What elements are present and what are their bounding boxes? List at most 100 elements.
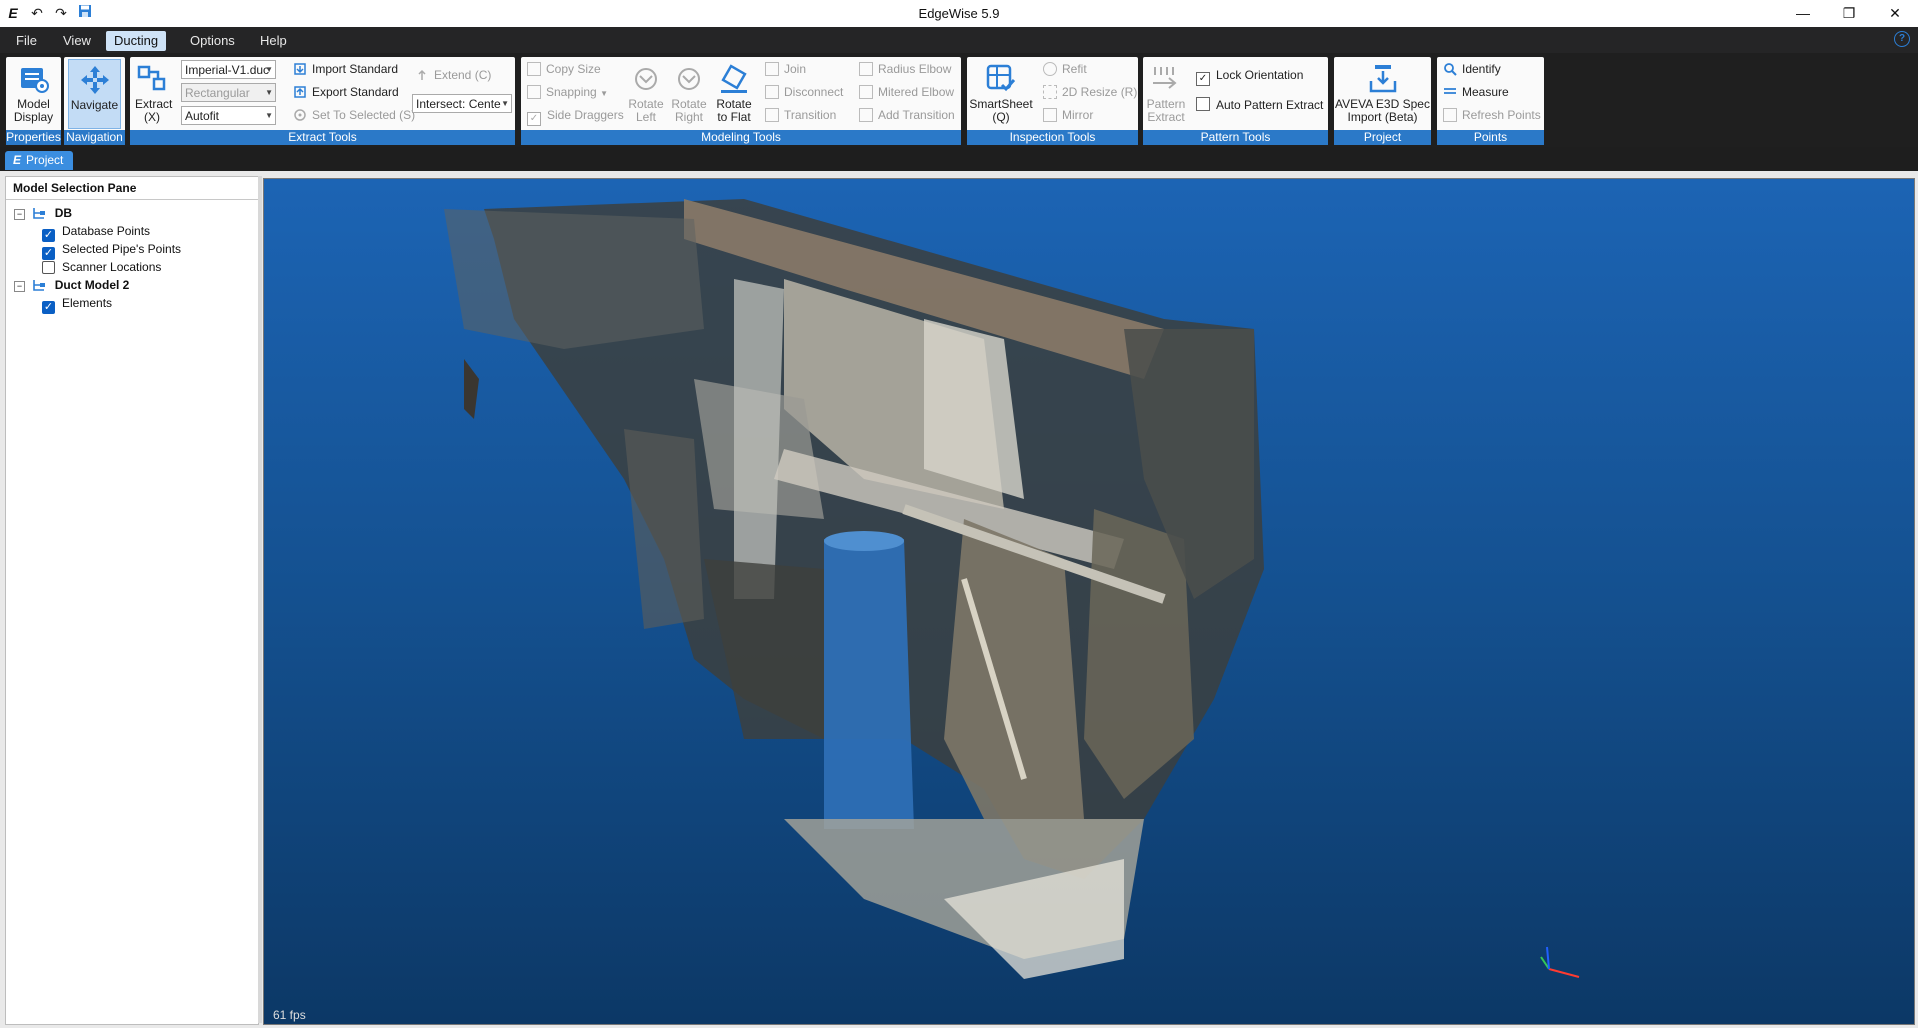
fit-combo[interactable]: Autofit ▼: [181, 106, 276, 125]
3d-viewport[interactable]: 61 fps: [263, 178, 1915, 1025]
pattern-extract-icon: [1153, 67, 1177, 89]
side-draggers-toggle[interactable]: ✓ Side Draggers: [527, 106, 624, 126]
rotate-right-button[interactable]: Rotate Right: [669, 59, 709, 129]
pattern-extract-button[interactable]: Pattern Extract: [1145, 59, 1187, 129]
menu-help[interactable]: Help: [252, 31, 295, 51]
import-icon: [294, 63, 306, 75]
mitered-elbow-icon: [859, 85, 873, 99]
tree-hierarchy-icon: [33, 280, 46, 291]
menu-ducting[interactable]: Ducting: [106, 31, 167, 51]
copy-size-button[interactable]: Copy Size: [527, 60, 601, 79]
measure-button[interactable]: Measure: [1443, 83, 1509, 102]
checkbox-checked[interactable]: ✓: [42, 301, 55, 314]
group-modeling-tools: Copy Size Snapping ▼ ✓ Side Draggers Rota…: [521, 57, 961, 145]
tree-item-label: Scanner Locations: [62, 260, 162, 274]
import-tray-icon: [1369, 65, 1396, 93]
radius-elbow-label: Radius Elbow: [878, 62, 952, 76]
import-standard-button[interactable]: Import Standard: [293, 60, 398, 79]
join-icon: [765, 62, 779, 76]
close-icon[interactable]: ✕: [1872, 0, 1918, 27]
smartsheet-button[interactable]: SmartSheet (Q): [967, 59, 1035, 129]
auto-pattern-extract-toggle[interactable]: Auto Pattern Extract: [1196, 96, 1323, 115]
fit-combo-value: Autofit: [185, 109, 220, 123]
rotate-left-label: Rotate Left: [628, 97, 664, 124]
group-label: Navigation: [64, 130, 125, 145]
set-to-selected-button[interactable]: Set To Selected (S): [293, 106, 415, 125]
refresh-points-button[interactable]: Refresh Points: [1443, 106, 1541, 125]
menu-view[interactable]: View: [55, 31, 99, 51]
disconnect-icon: [765, 85, 779, 99]
model-selection-pane: Model Selection Pane − DB ✓ Database Poin…: [5, 176, 259, 1025]
tab-project[interactable]: E Project: [5, 151, 74, 170]
transition-label: Transition: [784, 108, 837, 122]
shape-combo[interactable]: Rectangular ▼: [181, 83, 276, 102]
add-transition-button[interactable]: Add Transition: [859, 106, 955, 125]
rotate-left-icon: [635, 68, 657, 90]
copy-size-label: Copy Size: [546, 62, 601, 76]
resize-2d-button[interactable]: 2D Resize (R): [1043, 83, 1137, 102]
menu-options[interactable]: Options: [182, 31, 243, 51]
extend-button[interactable]: Extend (C): [415, 66, 491, 85]
tree-node-label: Duct Model 2: [54, 278, 130, 292]
aveva-line2-label: Import (Beta): [1347, 110, 1418, 124]
tree-item-scanner-locations[interactable]: Scanner Locations: [42, 258, 161, 276]
intersect-combo[interactable]: Intersect: Cente ▼: [412, 94, 512, 113]
join-button[interactable]: Join: [765, 60, 806, 79]
aveva-import-button[interactable]: AVEVA E3D Spec Import (Beta): [1334, 59, 1431, 129]
rotate-to-flat-button[interactable]: Rotate to Flat: [712, 59, 756, 129]
tree-item-label: Database Points: [62, 224, 151, 238]
chevron-down-icon: ▼: [501, 99, 509, 108]
lock-orientation-toggle[interactable]: ✓ Lock Orientation: [1196, 66, 1304, 86]
checkbox-unchecked[interactable]: [42, 261, 55, 274]
group-pattern-tools: Pattern Extract ✓ Lock Orientation Auto P…: [1143, 57, 1328, 145]
title-bar: E ↶ ↷ EdgeWise 5.9 — ❐ ✕: [0, 0, 1918, 27]
magnifier-icon: [1444, 63, 1457, 76]
collapse-icon[interactable]: −: [14, 209, 25, 220]
chevron-down-icon: ▼: [265, 65, 273, 74]
radius-elbow-button[interactable]: Radius Elbow: [859, 60, 951, 79]
lock-orientation-label: Lock Orientation: [1216, 68, 1304, 82]
pane-splitter[interactable]: [258, 176, 262, 1023]
refit-icon: [1043, 62, 1057, 76]
group-label: Project: [1334, 130, 1431, 145]
resize-2d-label: 2D Resize (R): [1062, 85, 1138, 99]
identify-button[interactable]: Identify: [1443, 60, 1501, 79]
refit-button[interactable]: Refit: [1043, 60, 1087, 79]
side-draggers-checkbox: ✓: [527, 112, 541, 126]
export-standard-button[interactable]: Export Standard: [293, 83, 399, 102]
menu-file[interactable]: File: [8, 31, 45, 51]
rotate-left-button[interactable]: Rotate Left: [626, 59, 666, 129]
export-standard-label: Export Standard: [312, 85, 399, 99]
mirror-button[interactable]: Mirror: [1043, 106, 1093, 125]
navigate-button[interactable]: Navigate: [68, 59, 121, 129]
mitered-elbow-button[interactable]: Mitered Elbow: [859, 83, 954, 102]
group-label: Extract Tools: [130, 130, 515, 145]
refresh-icon: [1443, 108, 1457, 122]
tree-node-db[interactable]: − DB: [14, 204, 72, 222]
transition-button[interactable]: Transition: [765, 106, 836, 125]
restore-icon[interactable]: ❐: [1826, 0, 1872, 27]
snapping-button[interactable]: Snapping ▼: [527, 83, 608, 102]
main-content: Model Selection Pane − DB ✓ Database Poin…: [0, 171, 1918, 1028]
pattern-extract-label: Pattern Extract: [1146, 97, 1186, 124]
minimize-icon[interactable]: —: [1780, 0, 1826, 27]
tree-item-database-points[interactable]: ✓ Database Points: [42, 222, 151, 242]
axis-triad-icon: [1540, 946, 1580, 978]
tree-item-label: Elements: [62, 296, 113, 310]
group-inspection-tools: SmartSheet (Q) Refit 2D Resize (R) Mirro…: [967, 57, 1138, 145]
copy-size-icon: [527, 62, 541, 76]
refresh-points-label: Refresh Points: [1462, 108, 1541, 122]
extract-button[interactable]: Extract (X): [132, 59, 172, 129]
tree-item-elements[interactable]: ✓ Elements: [42, 294, 113, 314]
model-display-button[interactable]: Model Display: [8, 59, 59, 129]
tree-node-duct-model[interactable]: − Duct Model 2: [14, 276, 129, 294]
collapse-icon[interactable]: −: [14, 281, 25, 292]
standard-combo[interactable]: Imperial-V1.duc ▼: [181, 60, 276, 79]
group-label: Points: [1437, 130, 1544, 145]
shape-combo-value: Rectangular: [185, 86, 250, 100]
disconnect-button[interactable]: Disconnect: [765, 83, 843, 102]
auto-pattern-extract-label: Auto Pattern Extract: [1216, 98, 1324, 112]
help-icon[interactable]: ?: [1894, 31, 1910, 47]
import-standard-label: Import Standard: [312, 62, 399, 76]
tree-item-selected-pipes-points[interactable]: ✓ Selected Pipe's Points: [42, 240, 181, 260]
